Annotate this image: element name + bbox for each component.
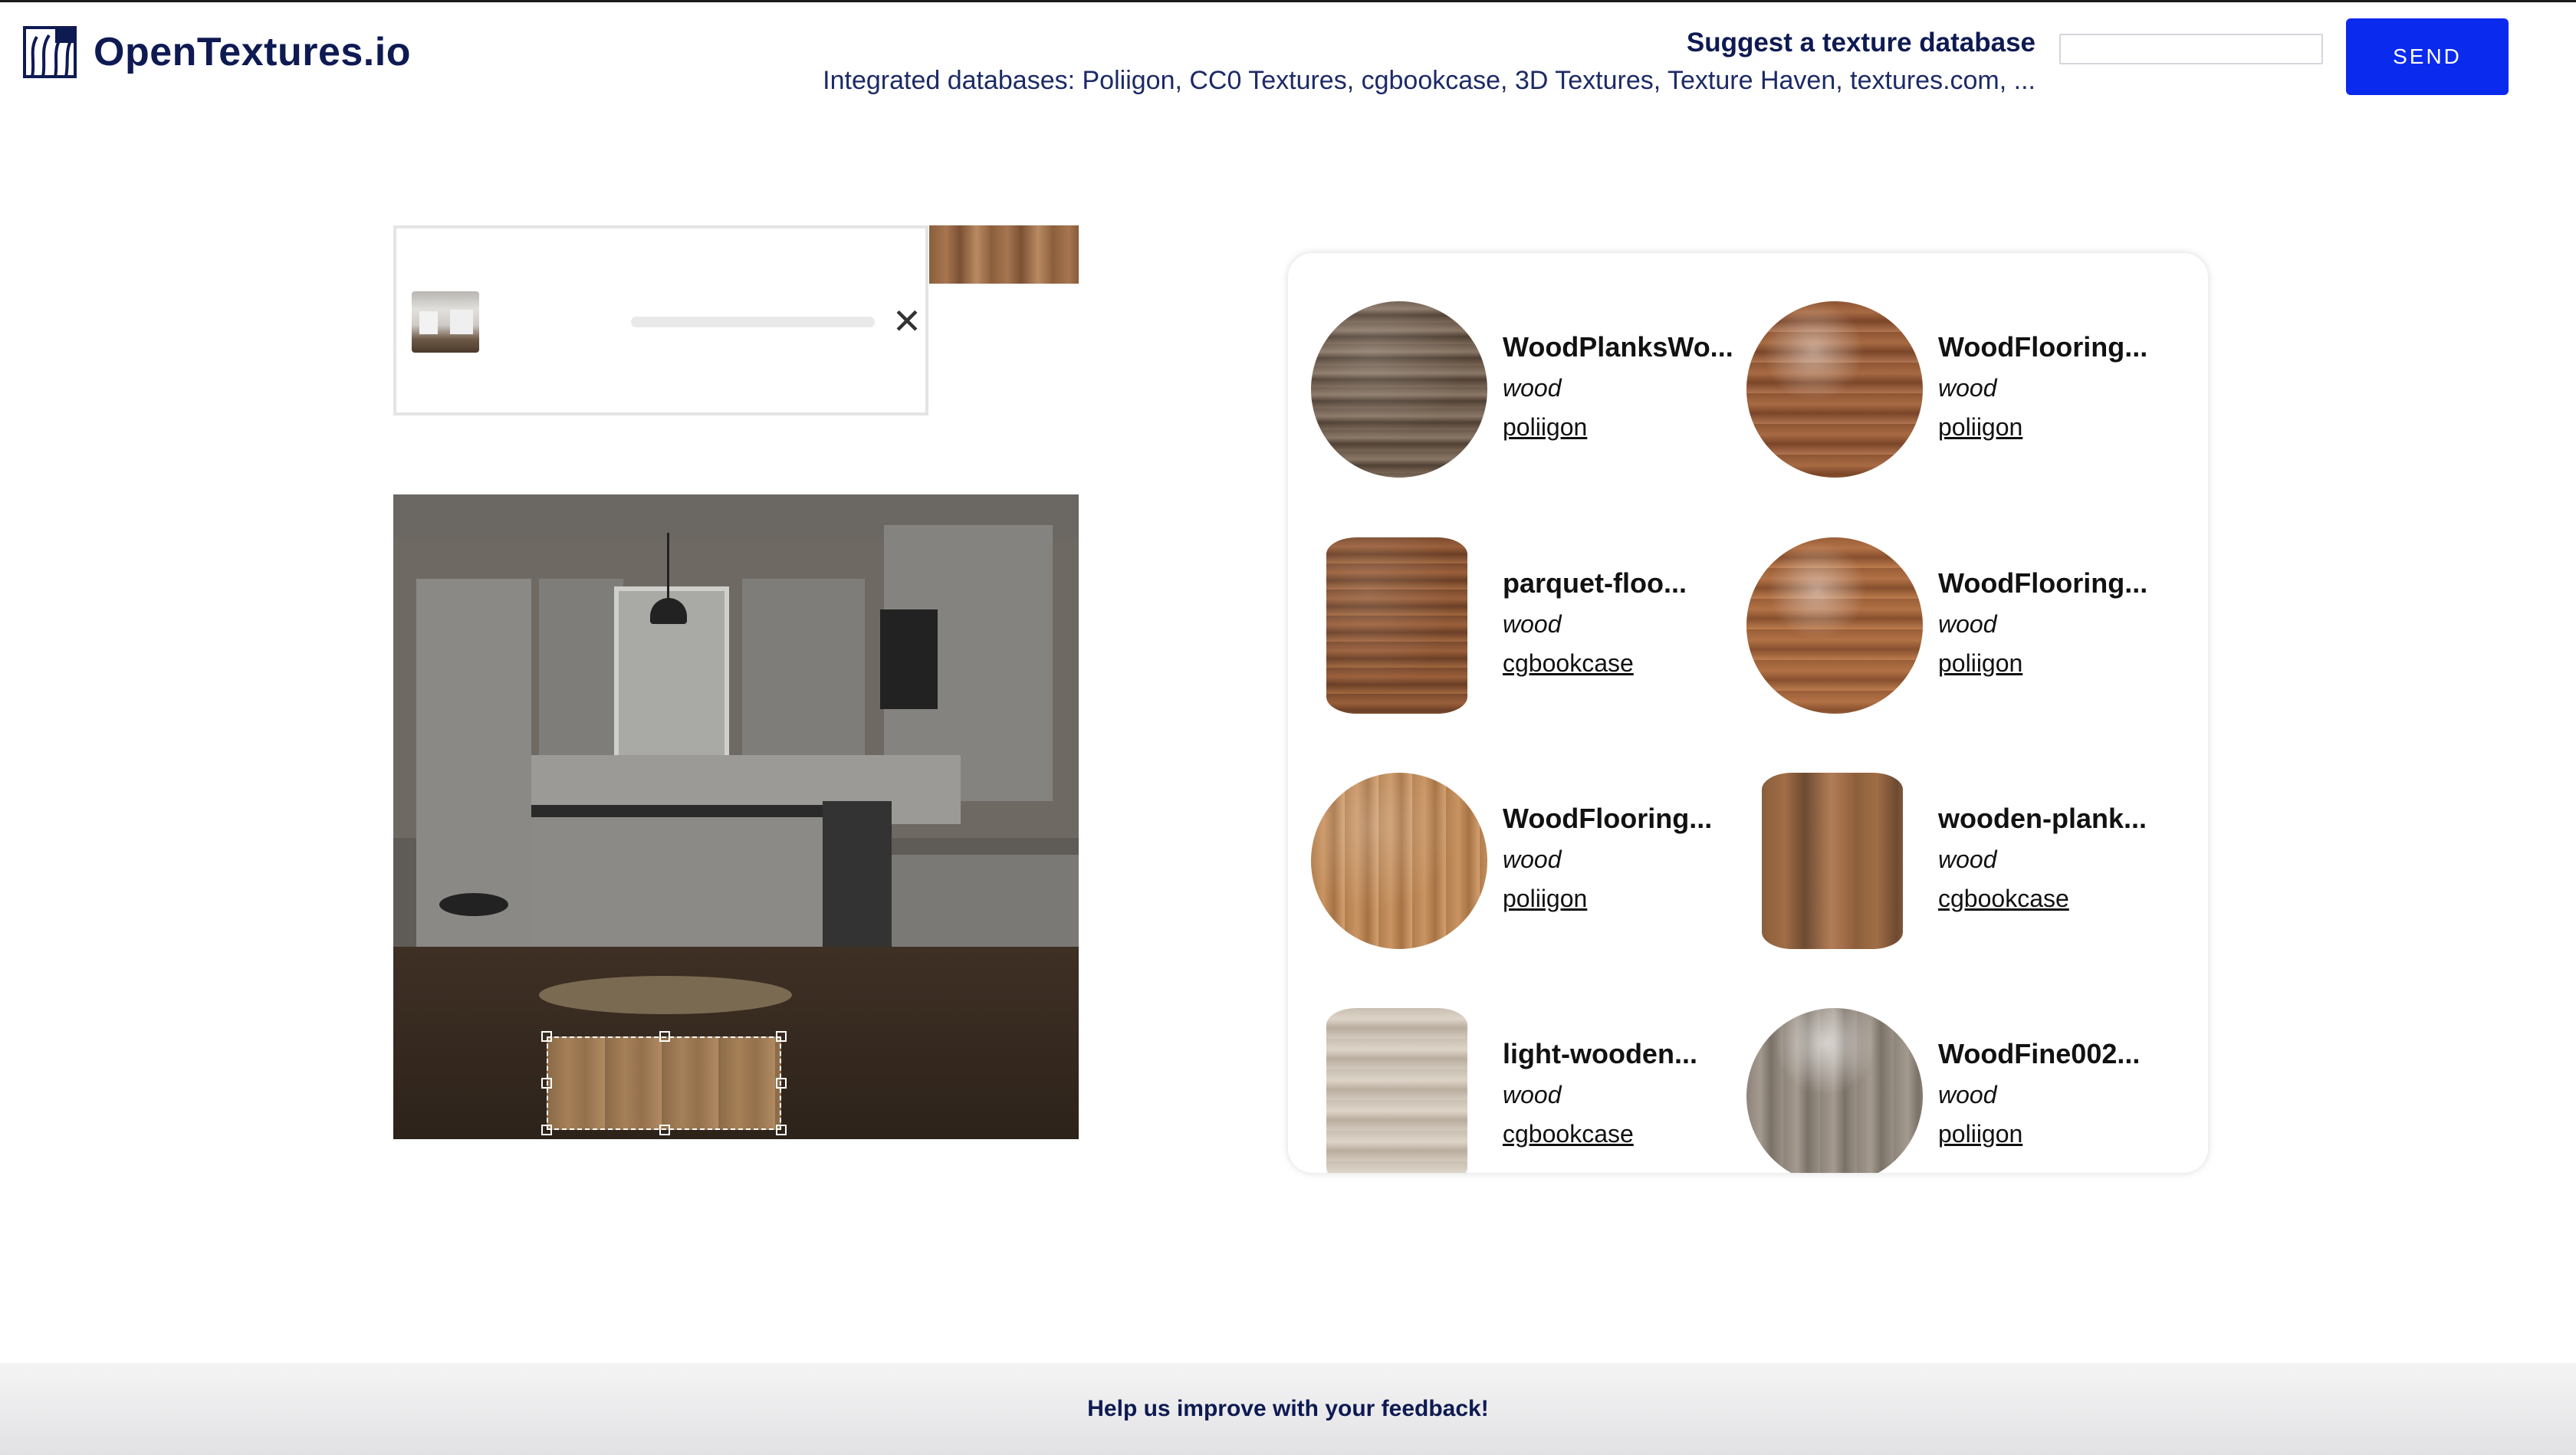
texture-preview-sphere[interactable] (1746, 1008, 1923, 1173)
uploaded-image-thumbnail (412, 291, 479, 353)
send-button[interactable]: SEND (2346, 18, 2509, 95)
resize-handle-e[interactable] (776, 1078, 787, 1089)
texture-name: parquet-floo... (1503, 567, 1687, 599)
texture-source-link[interactable]: cgbookcase (1938, 885, 2069, 913)
texture-source-link[interactable]: poliigon (1503, 885, 1587, 913)
resize-handle-ne[interactable] (776, 1031, 787, 1042)
texture-card[interactable]: WoodFlooring... wood poliigon (1723, 253, 2153, 478)
texture-category: wood (1503, 846, 1562, 873)
resize-handle-s[interactable] (659, 1125, 670, 1135)
texture-card[interactable]: WoodFlooring... wood poliigon (1723, 489, 2153, 714)
texture-source-link[interactable]: poliigon (1503, 413, 1587, 442)
upload-card: ✕ (393, 225, 928, 415)
texture-preview-cylinder[interactable] (1762, 773, 1903, 949)
texture-name: WoodFlooring... (1938, 567, 2148, 599)
texture-source-link[interactable]: cgbookcase (1503, 1120, 1634, 1148)
texture-preview-cylinder[interactable] (1326, 537, 1467, 714)
integrated-databases-text: Integrated databases: Poliigon, CC0 Text… (823, 66, 2036, 95)
texture-preview-sphere[interactable] (1311, 773, 1487, 949)
resize-handle-sw[interactable] (541, 1125, 552, 1135)
suggest-database-input[interactable] (2059, 34, 2323, 64)
texture-preview-sphere[interactable] (1311, 301, 1487, 478)
texture-card[interactable]: wooden-plank... wood cgbookcase (1723, 724, 2153, 949)
texture-card[interactable]: light-wooden... wood cgbookcase (1288, 960, 1717, 1173)
site-logo[interactable]: OpenTextures.io (21, 23, 411, 81)
texture-name: light-wooden... (1503, 1038, 1697, 1069)
texture-preview-sphere[interactable] (1746, 537, 1923, 714)
feedback-footer[interactable]: Help us improve with your feedback! (0, 1363, 2576, 1455)
suggest-database-label: Suggest a texture database (1686, 28, 2036, 57)
resize-handle-w[interactable] (541, 1078, 552, 1089)
texture-category: wood (1938, 610, 1997, 638)
close-icon[interactable]: ✕ (887, 301, 927, 341)
texture-category: wood (1938, 846, 1997, 873)
texture-category: wood (1503, 1081, 1562, 1108)
texture-source-link[interactable]: poliigon (1938, 649, 2022, 678)
texture-card[interactable]: WoodFlooring... wood poliigon (1288, 724, 1717, 949)
texture-name: wooden-plank... (1938, 803, 2147, 834)
resize-handle-se[interactable] (776, 1125, 787, 1135)
texture-name: WoodFlooring... (1938, 331, 2148, 363)
texture-name: WoodFine002... (1938, 1038, 2141, 1069)
resize-handle-n[interactable] (659, 1031, 670, 1042)
selection-box[interactable] (541, 1031, 787, 1135)
texture-card[interactable]: WoodPlanksWo... wood poliigon (1288, 253, 1733, 478)
texture-category: wood (1503, 374, 1562, 402)
texture-category: wood (1938, 1081, 1997, 1108)
texture-category: wood (1503, 610, 1562, 638)
top-border (0, 0, 2576, 2)
texture-preview-sphere[interactable] (1746, 301, 1923, 478)
texture-card[interactable]: WoodFine002... wood poliigon (1723, 960, 2153, 1173)
texture-source-link[interactable]: cgbookcase (1503, 649, 1634, 678)
texture-name: WoodPlanksWo... (1503, 331, 1733, 363)
texture-category: wood (1938, 374, 1997, 402)
feedback-link[interactable]: Help us improve with your feedback! (1087, 1396, 1488, 1422)
texture-source-link[interactable]: poliigon (1938, 1120, 2022, 1148)
results-panel: WoodPlanksWo... wood poliigon WoodFloori… (1288, 253, 2208, 1173)
site-title: OpenTextures.io (94, 30, 411, 74)
texture-name: WoodFlooring... (1503, 803, 1713, 834)
crop-preview-image (929, 225, 1079, 284)
upload-progress-bar (631, 317, 875, 327)
texture-source-link[interactable]: poliigon (1938, 413, 2022, 442)
wood-grain-logo-icon (23, 26, 77, 78)
texture-preview-cylinder[interactable] (1326, 1008, 1467, 1173)
texture-card[interactable]: parquet-floo... wood cgbookcase (1288, 489, 1717, 714)
source-image[interactable] (393, 494, 1079, 1139)
resize-handle-nw[interactable] (541, 1031, 552, 1042)
